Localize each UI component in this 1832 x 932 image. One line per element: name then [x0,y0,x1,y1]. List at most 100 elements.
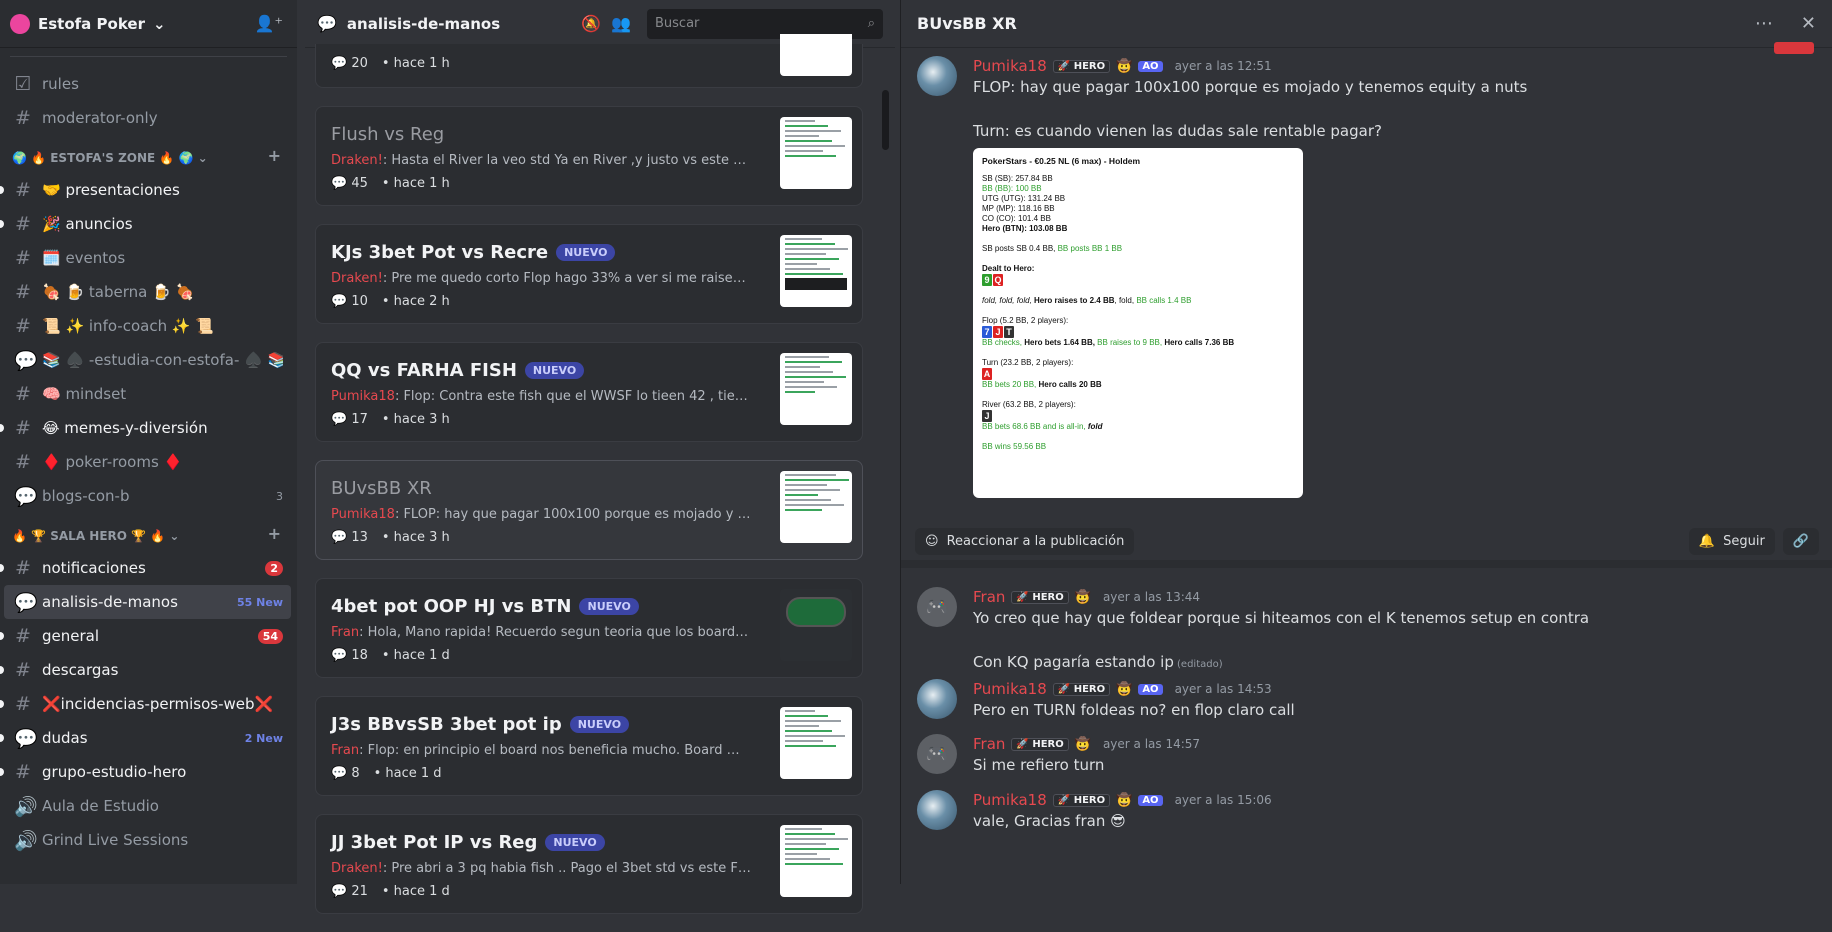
avatar[interactable] [917,790,957,830]
username[interactable]: Fran [973,735,1005,753]
channel-analisis-de-manos[interactable]: 💬 analisis-de-manos 55 New [4,585,291,619]
channel-anuncios[interactable]: # 🎉 anuncios [0,207,291,241]
add-channel-icon[interactable]: + [268,146,281,165]
preview-text: : Flop: en principio el board nos benefi… [359,743,752,758]
avatar[interactable]: 🎮 [917,587,957,627]
channel-list: ☑ rules # moderator-only 🌍 🔥 ESTOFA'S ZONE 🔥… [0,48,297,857]
channel-descargas[interactable]: # descargas [0,653,291,687]
post-meta: 💬 10 • hace 2 h [331,294,752,309]
hash-icon: # [15,625,31,647]
server-header[interactable]: Estofa Poker ⌄ 👤⁺ [0,0,297,48]
hash-icon: # [15,417,31,439]
new-posts-badge: 2 New [244,731,283,745]
post-meta: 💬 13 • hace 3 h [331,530,752,545]
post-time: • hace 3 h [381,412,450,427]
forum-icon: 💬 [317,14,337,33]
username[interactable]: Pumika18 [973,680,1047,698]
post-thumbnail [780,235,852,307]
hash-icon: # [15,247,31,269]
forum-post[interactable]: QQ vs FARHA FISH NUEVO Pumika18: Flop: Con… [315,342,863,442]
avatar[interactable] [917,56,957,96]
message-text: Yo creo que hay que foldear porque si hi… [973,609,1590,627]
channel-info-coach[interactable]: # 📜 ✨ info-coach ✨ 📜 [4,309,291,343]
channel-auladeestudio[interactable]: 🔊 Aula de Estudio [4,789,291,823]
hero-role-tag: 🚀 HERO [1011,737,1069,751]
category-header[interactable]: 🌍 🔥 ESTOFA'S ZONE 🔥 🌍 ⌄ + [0,135,297,173]
channel-label: ❌incidencias-permisos-web❌ [42,695,274,713]
hash-icon: # [15,315,31,337]
hh-line: MP (MP): 118.16 BB [982,204,1055,213]
channel-dudas[interactable]: 💬 dudas 2 New [0,721,291,755]
channel--estudia-con-estofa-[interactable]: 💬 📚 ♠️ -estudia-con-estofa- ♠️ 📚 [4,343,291,377]
channel-poker-rooms[interactable]: # ♦️ poker-rooms ♦️ [4,445,291,479]
add-member-icon[interactable]: 👤⁺ [255,14,283,33]
username[interactable]: Pumika18 [973,791,1047,809]
avatar[interactable]: 🎮 [917,734,957,774]
post-thumbnail [780,707,852,779]
hash-icon: # [15,213,31,235]
hh-line: Turn (23.2 BB, 2 players): [982,358,1074,367]
forum-post[interactable]: KJs 3bet Pot vs Recre NUEVO Draken!: Pre m… [315,224,863,324]
post-preview: Pumika18: Flop: Contra este fish que el … [331,389,752,404]
forum-icon: 💬 [14,727,38,750]
copy-link-button[interactable]: 🔗 [1782,527,1819,555]
role-emoji: 🤠 [1074,736,1091,752]
playing-card: T [1004,326,1014,338]
react-label: Reaccionar a la publicación [946,533,1125,549]
post-thumbnail [780,589,852,661]
new-tag: NUEVO [569,715,630,733]
unread-indicator [0,186,4,194]
channel-notificaciones[interactable]: # notificaciones 2 [0,551,291,585]
hero-role-tag: 🚀 HERO [1052,59,1111,73]
playing-card: A [982,368,992,380]
post-preview: Draken!: Pre me quedo corto Flop hago 33… [331,271,752,286]
hand-history-image[interactable]: PokerStars - €0.25 NL (6 max) - Holdem SB… [973,148,1303,498]
channel-rules[interactable]: ☑ rules [4,67,291,101]
preview-text: : Pre abri a 3 pq habia fish .. Pago el … [382,861,752,876]
channel-presentaciones[interactable]: # 🤝 presentaciones [0,173,291,207]
forum-post[interactable]: J3s BBvsSB 3bet pot ip NUEVO Fran: Flop: e… [315,696,863,796]
post-author: Draken! [331,861,383,876]
channel-eventos[interactable]: # 🗓️ eventos [4,241,291,275]
channel-taberna[interactable]: # 🍖 🍺 taberna 🍺 🍖 [4,275,291,309]
forum-post[interactable]: JJ 3bet Pot IP vs Reg NUEVO Draken!: Pre a… [315,814,863,914]
post-partial[interactable]: 💬 20 • hace 1 h [315,34,863,88]
post-meta: 💬 8 • hace 1 d [331,766,752,781]
username[interactable]: Pumika18 [973,57,1047,75]
post-title-row: J3s BBvsSB 3bet pot ip NUEVO [331,711,752,737]
forum-post[interactable]: BUvsBB XR Pumika18: FLOP: hay que pagar 1… [315,460,863,560]
channel-grupo-estudio-hero[interactable]: # grupo-estudio-hero [0,755,291,789]
hh-line: BB wins 59.56 BB [982,442,1047,451]
post-title: QQ vs FARHA FISH [331,359,517,381]
channel-memes-y-diversin[interactable]: # 😂 memes-y-diversión [0,411,291,445]
close-icon[interactable]: ✕ [1801,13,1816,34]
forum-post[interactable]: 4bet pot OOP HJ vs BTN NUEVO Fran: Hola, M… [315,578,863,678]
channel-grindlivesessions[interactable]: 🔊 Grind Live Sessions [4,823,291,857]
category-header[interactable]: 🔥 🏆 SALA HERO 🏆 🔥 ⌄ + [0,513,297,551]
username[interactable]: Fran [973,588,1005,606]
post-author: Fran [331,625,360,640]
hh-line: BB checks, Hero bets 1.64 BB, BB raises … [982,338,1235,347]
forum-post[interactable]: Flush vs Reg Draken!: Hasta el River la v… [315,106,863,206]
message-body: Fran 🚀 HERO 🤠 ayer a las 13:44 Yo creo que h… [973,587,1807,676]
reply-count: 💬 8 [331,766,360,781]
channel-blogs-con-b[interactable]: 💬 blogs-con-b 3 [4,479,291,513]
channel-label: moderator-only [42,109,158,127]
channel-general[interactable]: # general 54 [0,619,291,653]
add-channel-icon[interactable]: + [268,524,281,543]
members-icon[interactable]: 👥 [611,14,631,33]
mute-icon[interactable]: 🔕 [581,14,601,33]
channel-mindset[interactable]: # 🧠 mindset [4,377,291,411]
post-title-row: 4bet pot OOP HJ vs BTN NUEVO [331,593,752,619]
more-options-icon[interactable]: ⋯ [1755,13,1773,34]
channel-incidencias-permisos-web[interactable]: # ❌incidencias-permisos-web❌ [0,687,291,721]
scrollbar[interactable] [882,90,889,150]
follow-button[interactable]: 🔔 Seguir [1688,527,1775,555]
avatar[interactable] [917,679,957,719]
react-button[interactable]: ☺ Reaccionar a la publicación [915,527,1135,555]
channel-moderator-only[interactable]: # moderator-only [4,101,291,135]
preview-text: : FLOP: hay que pagar 100x100 porque es … [394,507,752,522]
post-thumbnail [780,471,852,543]
playing-card: J [993,326,1003,338]
new-posts-badge: 55 New [237,595,283,609]
